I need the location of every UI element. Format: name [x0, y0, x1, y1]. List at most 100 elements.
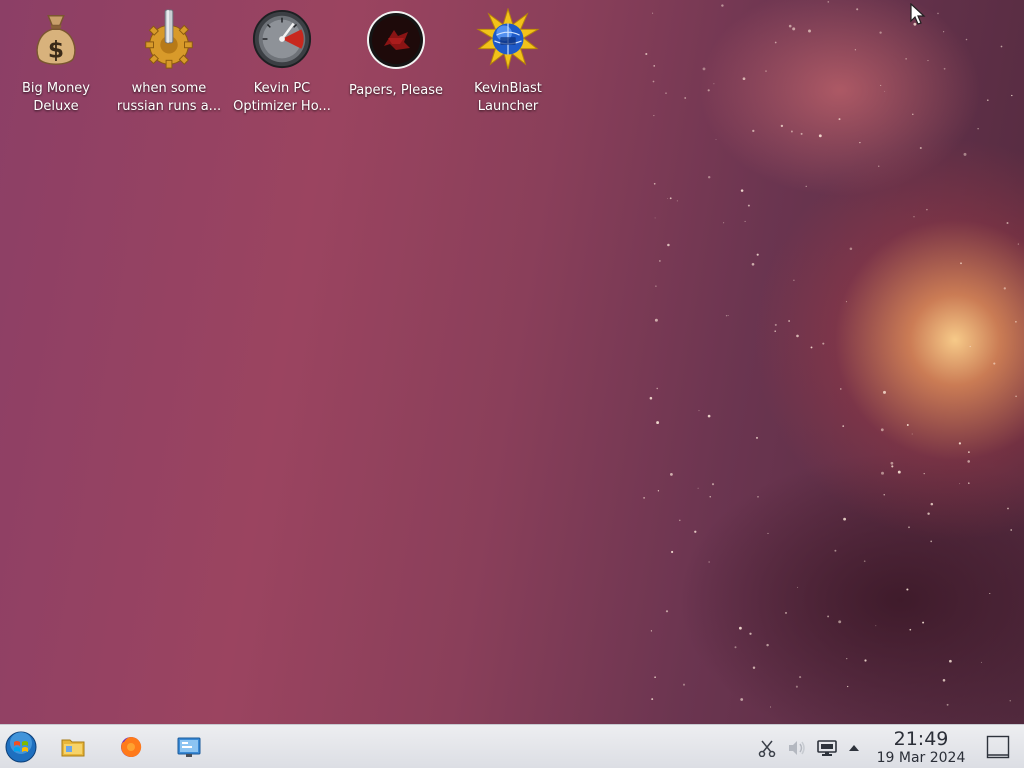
wallpaper-star [856, 8, 859, 11]
wallpaper-star [649, 396, 653, 400]
wallpaper-star [827, 1, 830, 3]
wallpaper-star [980, 661, 982, 663]
desktop-icon-kevin-pc-optimizer[interactable]: Kevin PC Optimizer Ho... [226, 6, 338, 116]
tray-expand-arrow-icon [849, 745, 859, 751]
wallpaper-star [927, 60, 929, 62]
wallpaper-star [946, 703, 949, 706]
wallpaper-star [967, 460, 970, 463]
wallpaper-star [697, 487, 699, 489]
wallpaper-star [795, 685, 798, 688]
wallpaper-star [665, 92, 667, 94]
wallpaper-star [770, 706, 772, 708]
wallpaper-star [930, 502, 934, 506]
desktop-icon-kevinblast-launcher[interactable]: KevinBlast Launcher [452, 6, 564, 116]
tray-expand-button[interactable] [845, 737, 863, 759]
wallpaper-star [846, 657, 848, 660]
taskbar-firefox-button[interactable] [116, 733, 146, 761]
wallpaper-star [774, 330, 776, 332]
wallpaper-star [756, 253, 759, 256]
clock-date: 19 Mar 2024 [876, 750, 966, 766]
tray-network-button[interactable] [815, 737, 839, 759]
wallpaper-star [805, 185, 807, 188]
wallpaper-star [963, 152, 967, 156]
wallpaper-star [834, 549, 837, 552]
wallpaper-star [665, 610, 669, 613]
wallpaper-star [740, 189, 744, 192]
wallpaper-star [654, 217, 656, 219]
icon-label-line2: russian runs a... [116, 99, 222, 114]
wallpaper-star [908, 526, 910, 529]
desktop-icon-big-money-deluxe[interactable]: $ Big Money Deluxe [0, 6, 112, 116]
wallpaper-star [645, 52, 648, 56]
wallpaper-star [909, 628, 912, 631]
mouse-pointer-icon [910, 3, 926, 25]
wallpaper-star [785, 611, 787, 614]
wallpaper-star [793, 279, 795, 281]
wallpaper-star [847, 685, 849, 688]
wallpaper-star [653, 182, 656, 185]
wallpaper-star [669, 197, 672, 200]
wallpaper-star [715, 139, 717, 140]
wallpaper-star [740, 698, 744, 701]
tray-clipboard-button[interactable] [756, 737, 778, 759]
desktop-icon-papers-please[interactable]: Papers, Please [340, 6, 452, 116]
wallpaper-star [845, 301, 847, 303]
wallpaper-star [912, 113, 914, 116]
wallpaper-star [863, 560, 866, 563]
wallpaper-star [667, 243, 670, 247]
wallpaper-star [707, 175, 711, 179]
gear-icon [145, 9, 193, 69]
wallpaper-star [810, 346, 813, 349]
wallpaper-star [650, 630, 653, 632]
wallpaper-star [864, 659, 867, 662]
tray-volume-button[interactable] [786, 737, 808, 759]
wallpaper-star [1010, 529, 1013, 531]
taskbar-file-manager-button[interactable] [58, 733, 88, 761]
wallpaper-star [942, 679, 946, 682]
speedometer-icon [252, 9, 312, 69]
wallpaper-star [765, 70, 767, 72]
wallpaper-star [684, 97, 687, 99]
wallpaper-star [1015, 320, 1017, 323]
desktop[interactable]: $ Big Money Deluxe when some russian run… [0, 0, 1024, 724]
wallpaper-star [657, 490, 660, 492]
wallpaper-star [796, 334, 799, 338]
show-desktop-button[interactable] [984, 733, 1012, 761]
wallpaper-star [808, 29, 811, 33]
wallpaper-star [723, 222, 725, 224]
wallpaper-star [818, 134, 822, 138]
wallpaper-star [968, 482, 970, 484]
wallpaper-star [652, 12, 654, 14]
wallpaper-star [943, 67, 946, 70]
wallpaper-star [1015, 395, 1017, 398]
wallpaper-star [884, 90, 886, 92]
wallpaper-star [923, 472, 925, 475]
wallpaper-star [913, 216, 915, 218]
wallpaper-star [702, 67, 706, 71]
wallpaper-star [842, 425, 845, 427]
wallpaper-star [792, 27, 796, 31]
start-button[interactable] [4, 730, 38, 764]
wallpaper-star [930, 540, 933, 543]
wallpaper-star [1007, 507, 1009, 510]
icon-label-line2: Deluxe [33, 99, 79, 114]
desktop-icon-when-some-russian[interactable]: when some russian runs a... [113, 6, 225, 116]
wallpaper-star [655, 285, 657, 287]
wallpaper-star [986, 99, 989, 102]
wallpaper-star [883, 494, 885, 496]
wallpaper-star [959, 483, 961, 485]
volume-icon [789, 741, 805, 755]
wallpaper-star [709, 496, 711, 498]
wallpaper-star [800, 132, 803, 135]
clock[interactable]: 21:49 19 Mar 2024 [866, 725, 976, 769]
wallpaper-star [671, 550, 674, 554]
wallpaper-star [653, 115, 655, 117]
wallpaper-star [958, 442, 962, 445]
wallpaper-star [656, 421, 660, 425]
wallpaper-star [1017, 243, 1019, 245]
taskbar-system-settings-button[interactable] [174, 733, 204, 761]
wallpaper-star [656, 387, 658, 390]
network-display-icon [817, 740, 837, 756]
wallpaper-star [905, 58, 907, 60]
wallpaper-star [654, 318, 658, 322]
